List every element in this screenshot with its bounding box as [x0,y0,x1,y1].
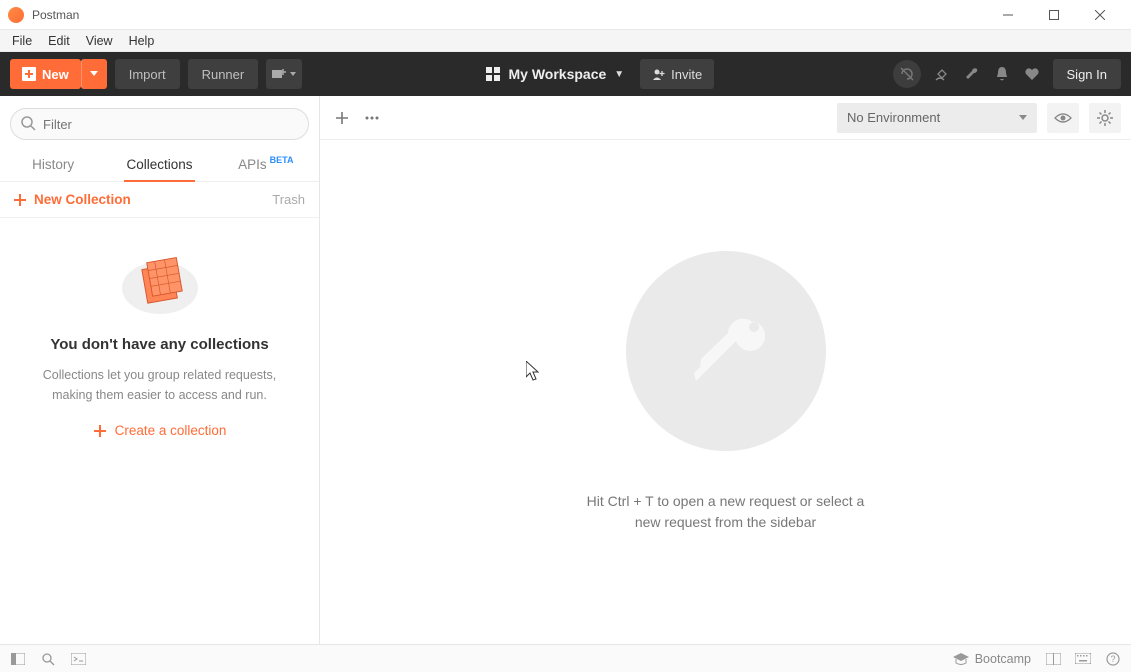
caret-down-icon: ▼ [614,69,624,80]
titlebar: Postman [0,0,1131,30]
filter-input[interactable] [10,108,309,140]
topbar: New Import Runner My Workspace ▼ Invite [0,52,1131,96]
environment-label: No Environment [847,110,940,125]
import-button[interactable]: Import [115,59,180,89]
main-area: No Environment [320,96,1131,644]
menu-file[interactable]: File [4,32,40,50]
invite-label: Invite [671,67,702,82]
main-empty-state: Hit Ctrl + T to open a new request or se… [320,140,1131,644]
heart-icon[interactable] [1023,65,1041,83]
keyboard-shortcuts-button[interactable] [1075,651,1091,667]
sidebar-toggle-button[interactable] [10,651,26,667]
new-tab-button[interactable] [328,104,356,132]
workspace-selector[interactable]: My Workspace ▼ [480,59,630,89]
caret-down-icon [290,72,296,76]
window-close-button[interactable] [1077,0,1123,30]
menu-help[interactable]: Help [121,32,163,50]
caret-down-icon [1019,115,1027,120]
plus-icon [93,424,107,438]
bell-icon[interactable] [993,65,1011,83]
tab-collections-label: Collections [126,157,192,172]
tab-apis[interactable]: APIs BETA [213,148,319,181]
trash-label: Trash [272,192,305,207]
menu-view[interactable]: View [78,32,121,50]
bootcamp-button[interactable]: Bootcamp [953,652,1031,666]
help-button[interactable]: ? [1105,651,1121,667]
signin-button[interactable]: Sign In [1053,59,1121,89]
statusbar: Bootcamp ? [0,644,1131,672]
tab-collections[interactable]: Collections [106,148,212,181]
collections-illustration [120,248,200,318]
graduation-cap-icon [953,653,969,665]
workspace-label: My Workspace [508,66,606,82]
invite-button[interactable]: Invite [640,59,714,89]
svg-text:?: ? [1110,654,1115,664]
bootcamp-label: Bootcamp [975,652,1031,666]
sidebar-empty-state: You don't have any collections Collectio… [0,218,319,644]
gear-icon [1097,110,1113,126]
tab-apis-label: APIs [238,157,267,172]
layout-button[interactable] [1045,651,1061,667]
invite-icon [652,68,665,81]
empty-heading: You don't have any collections [50,336,268,353]
runner-label: Runner [202,67,245,82]
settings-button[interactable] [1089,103,1121,133]
grid-icon [486,67,500,81]
caret-down-icon [90,71,98,77]
new-collection-button[interactable]: New Collection [14,192,131,207]
create-collection-label: Create a collection [115,423,227,438]
sidebar-tabs: History Collections APIs BETA [0,148,319,182]
eye-icon [1054,112,1072,124]
environment-selector[interactable]: No Environment [837,103,1037,133]
tab-options-button[interactable] [358,104,386,132]
window-maximize-button[interactable] [1031,0,1077,30]
empty-description: Collections let you group related reques… [24,365,295,405]
empty-illustration [626,251,826,451]
wrench-icon[interactable] [963,65,981,83]
plus-icon [14,194,26,206]
ellipsis-icon [365,116,379,120]
empty-text-line2: new request from the sidebar [635,514,816,530]
window-minimize-button[interactable] [985,0,1031,30]
empty-text-line1: Hit Ctrl + T to open a new request or se… [587,493,865,509]
console-button[interactable] [70,651,86,667]
find-button[interactable] [40,651,56,667]
new-window-icon [272,68,286,80]
tab-strip: No Environment [320,96,1131,140]
import-label: Import [129,67,166,82]
preview-environment-button[interactable] [1047,103,1079,133]
satellite-icon[interactable] [933,65,951,83]
sidebar: History Collections APIs BETA New Collec… [0,96,320,644]
sync-off-icon [899,66,915,82]
new-collection-label: New Collection [34,192,131,207]
plus-icon [336,112,348,124]
create-collection-link[interactable]: Create a collection [93,423,227,438]
search-icon [20,115,36,131]
sync-button[interactable] [893,60,921,88]
trash-link[interactable]: Trash [272,192,305,207]
menubar: File Edit View Help [0,30,1131,52]
new-button[interactable]: New [10,59,81,89]
new-button-dropdown[interactable] [81,59,107,89]
app-icon [8,7,24,23]
new-button-label: New [42,67,69,82]
beta-badge: BETA [270,155,294,165]
tab-history[interactable]: History [0,148,106,181]
menu-edit[interactable]: Edit [40,32,78,50]
runner-button[interactable]: Runner [188,59,259,89]
cursor-icon [526,361,540,381]
signin-label: Sign In [1067,67,1107,82]
plus-box-icon [22,67,36,81]
tab-history-label: History [32,157,74,172]
app-title: Postman [32,8,79,22]
new-window-button[interactable] [266,59,302,89]
